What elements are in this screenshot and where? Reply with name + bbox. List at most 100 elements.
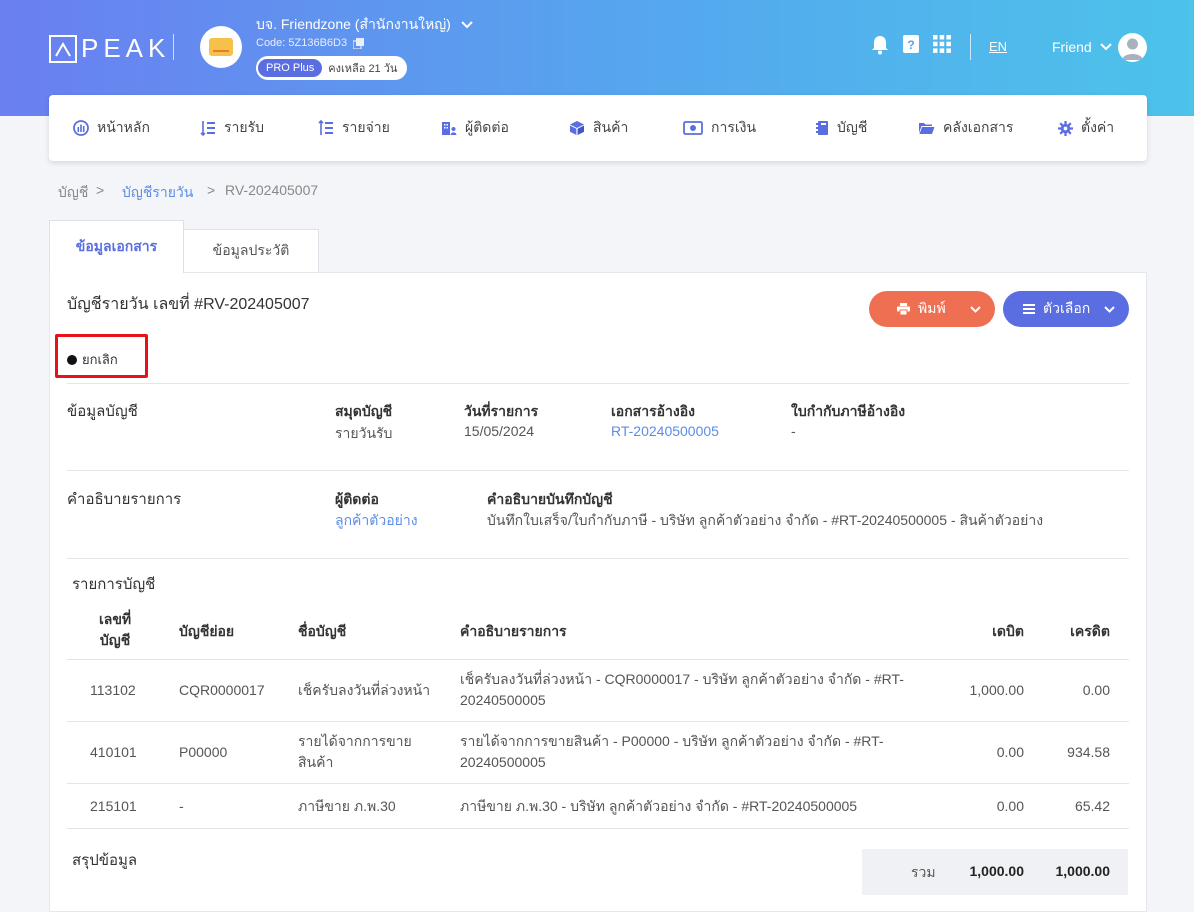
print-label: พิมพ์ [918,300,946,316]
column-header-desc: คำอธิบายรายการ [460,623,567,639]
nav-item-documents[interactable]: คลังเอกสาร [918,95,1013,161]
cell-desc: เช็ครับลงวันที่ล่วงหน้า - CQR0000017 - บ… [460,669,904,711]
plan-label: PRO Plus [258,59,323,77]
org-avatar[interactable] [200,26,242,68]
contact-link[interactable]: ลูกค้าตัวอย่าง [335,510,418,532]
nav-item-settings[interactable]: ตั้งค่า [1058,95,1114,161]
nav-item-accounting[interactable]: บัญชี [815,95,867,161]
column-header-code-line2: บัญชี [99,632,131,648]
apps-grid-icon[interactable] [933,35,951,58]
options-button[interactable]: ตัวเลือก [1003,291,1129,327]
print-button[interactable]: พิมพ์ [869,291,995,327]
cell-desc-line1: เช็ครับลงวันที่ล่วงหน้า - CQR0000017 - บ… [460,671,904,687]
column-header-sub: บัญชีย่อย [179,623,235,639]
cell-name: เช็ครับลงวันที่ล่วงหน้า [298,682,431,698]
cell-name: รายได้จากการขาย สินค้า [298,731,412,773]
nav-item-expense[interactable]: รายจ่าย [318,95,390,161]
breadcrumb-parent[interactable]: บัญชีรายวัน [122,182,193,204]
column-header-credit: เครดิต [1070,623,1110,639]
note-label: คำอธิบายบันทึกบัญชี [487,491,613,507]
cell-code: 215101 [90,798,137,814]
cell-desc: รายได้จากการขายสินค้า - P00000 - บริษัท … [460,731,884,773]
journal-value: รายวันรับ [335,425,393,441]
nav-label: คลังเอกสาร [943,119,1014,135]
nav-label: รายรับ [224,119,264,135]
cell-name: ภาษีขาย ภ.พ.30 [298,798,396,814]
cell-debit: 1,000.00 [969,682,1025,698]
copy-icon[interactable] [353,37,365,49]
nav-item-home[interactable]: หน้าหลัก [73,95,150,161]
box-icon [569,120,585,136]
chevron-down-icon[interactable] [970,300,981,318]
menu-lines-icon [1023,304,1035,314]
nav-item-finance[interactable]: การเงิน [683,95,756,161]
org-switcher[interactable]: บจ. Friendzone (สำนักงานใหญ่) [256,14,473,36]
ledger-icon [815,120,829,136]
column-header-name: ชื่อบัญชี [298,623,347,639]
cell-desc-line2: 20240500005 [460,754,546,770]
org-code: Code: 5Z136B6D3 [256,37,348,49]
gear-icon [1058,120,1073,136]
summary-title: สรุปข้อมูล [72,852,138,869]
column-header-code-line1: เลขที่ [99,611,132,627]
divider [67,721,1129,722]
divider [67,659,1129,660]
org-logo-icon [209,38,233,56]
divider [67,828,1129,829]
breadcrumb-root[interactable]: บัญชี [58,182,88,204]
breadcrumb-separator: > [207,182,216,198]
status-badge: ยกเลิก [67,349,118,370]
user-avatar[interactable] [1118,33,1147,62]
description-title: คำอธิบายรายการ [67,491,182,508]
date-value: 15/05/2024 [464,423,535,439]
nav-label: หน้าหลัก [97,119,150,135]
money-icon [683,121,703,135]
plan-badge[interactable]: PRO Plus คงเหลือ 21 วัน [256,56,408,80]
cell-debit: 0.00 [996,798,1024,814]
ref-doc-label: เอกสารอ้างอิง [611,403,695,419]
tab-document-info[interactable]: ข้อมูลเอกสาร [49,220,184,273]
date-label: วันที่รายการ [464,403,539,419]
divider [67,383,1129,384]
options-label: ตัวเลือก [1043,300,1091,316]
cell-code: 113102 [90,682,136,698]
printer-icon [897,303,910,315]
nav-label: บัญชี [837,119,868,135]
bell-icon[interactable] [871,35,889,60]
divider [67,783,1129,784]
nav-item-contacts[interactable]: ผู้ติดต่อ [441,95,509,161]
cell-credit: 934.58 [1067,744,1110,760]
cell-credit: 0.00 [1082,682,1110,698]
chevron-down-icon[interactable] [1104,300,1115,318]
language-switch[interactable]: EN [989,39,1007,54]
user-menu[interactable]: Friend [1052,39,1112,55]
cell-name-line1: รายได้จากการขาย [298,733,412,749]
cell-desc-line2: 20240500005 [460,692,546,708]
status-text: ยกเลิก [82,352,118,367]
help-icon[interactable]: ? [903,35,919,58]
column-header-code: เลขที่ บัญชี [99,609,131,651]
cell-code: 410101 [90,744,137,760]
ref-doc-link[interactable]: RT-20240500005 [611,423,719,439]
cell-sub: - [179,798,184,814]
nav-item-income[interactable]: รายรับ [200,95,264,161]
user-name: Friend [1052,39,1092,55]
nav-item-products[interactable]: สินค้า [569,95,628,161]
chevron-down-icon [1099,43,1112,51]
chevron-down-icon [461,21,473,29]
document-title: บัญชีรายวัน เลขที่ #RV-202405007 [67,296,310,313]
cell-desc: ภาษีขาย ภ.พ.30 - บริษัท ลูกค้าตัวอย่าง จ… [460,798,858,814]
cell-debit: 0.00 [996,744,1024,760]
divider [67,470,1129,471]
peak-logo[interactable]: PEAK [49,33,170,64]
tax-ref-label: ใบกำกับภาษีอ้างอิง [791,403,906,419]
plan-remaining: คงเหลือ 21 วัน [328,63,398,75]
header-divider-2 [970,34,971,60]
cell-credit: 65.42 [1074,798,1110,814]
cell-sub: CQR0000017 [179,682,265,698]
svg-text:?: ? [907,38,914,52]
breadcrumb-separator: > [96,182,105,198]
column-header-debit: เดบิต [992,623,1024,639]
breadcrumb-current: RV-202405007 [225,182,319,198]
tab-history[interactable]: ข้อมูลประวัติ [183,229,319,273]
